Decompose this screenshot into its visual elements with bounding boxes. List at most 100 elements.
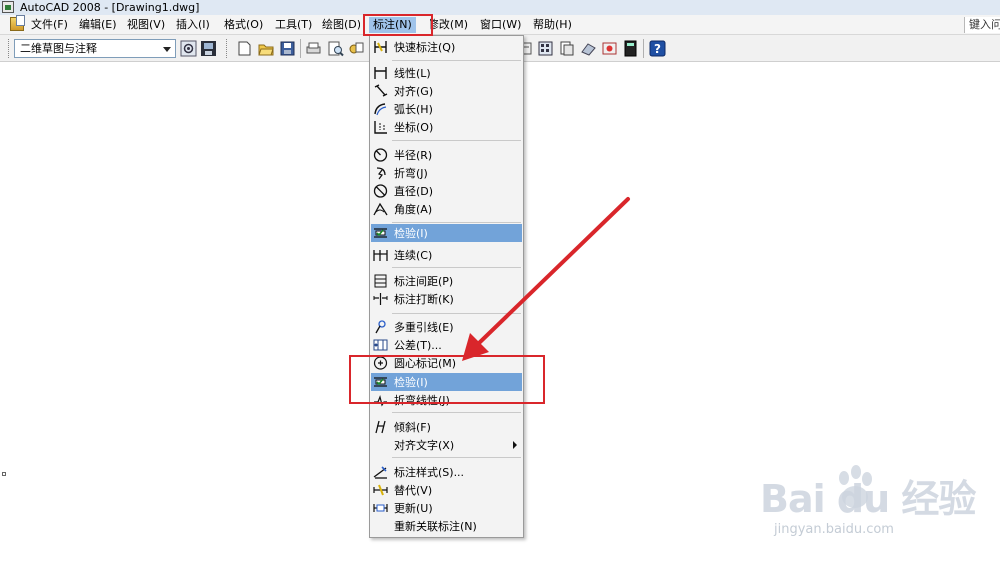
menu-item-inspection-top[interactable]: 检验(I): [371, 224, 522, 242]
help-icon[interactable]: ?: [649, 40, 666, 57]
menu-separator: [392, 313, 521, 314]
dimension-space-icon: [374, 274, 387, 288]
menu-item-diameter[interactable]: 直径(D): [371, 182, 522, 200]
menu-item-label: 对齐(G): [394, 85, 434, 98]
menu-format[interactable]: 格式(O): [224, 17, 263, 33]
radius-icon: [373, 148, 388, 162]
menu-item-label: 弧长(H): [394, 103, 433, 116]
menu-item-label: 标注样式(S)...: [394, 466, 465, 479]
menu-separator: [392, 457, 521, 458]
menu-draw[interactable]: 绘图(D): [322, 17, 360, 33]
menu-item-reassociate[interactable]: 重新关联标注(N): [371, 517, 522, 535]
menu-separator: [392, 140, 521, 141]
oblique-icon: [375, 420, 386, 434]
workspace-save-icon[interactable]: [200, 40, 217, 57]
menu-item-continue[interactable]: 连续(C): [371, 246, 522, 264]
menu-tools[interactable]: 工具(T): [275, 17, 312, 33]
quickcalc-icon[interactable]: [622, 40, 639, 57]
menu-item-label: 线性(L): [394, 67, 431, 80]
menu-modify[interactable]: 修改(M): [430, 17, 468, 33]
menu-insert[interactable]: 插入(I): [176, 17, 210, 33]
menu-item-dimension-space[interactable]: 标注间距(P): [371, 272, 522, 290]
help-search-input[interactable]: 键入问: [964, 17, 1000, 33]
markup-set-icon[interactable]: [580, 40, 597, 57]
workspace-select[interactable]: 二维草图与注释: [14, 39, 176, 58]
publish-icon[interactable]: [348, 40, 365, 57]
menu-item-label: 更新(U): [394, 502, 433, 515]
angular-icon: [373, 202, 388, 216]
watermark-main: Bai du 经验: [760, 477, 976, 521]
workspace-value: 二维草图与注释: [20, 42, 97, 55]
plot-icon[interactable]: [305, 40, 322, 57]
menu-separator: [392, 60, 521, 61]
menu-item-override[interactable]: 替代(V): [371, 481, 522, 499]
menu-item-dimension-style[interactable]: 标注样式(S)...: [371, 463, 522, 481]
diameter-icon: [373, 184, 388, 198]
chevron-down-icon: [163, 47, 171, 52]
dbconnect-icon[interactable]: [601, 40, 618, 57]
multileader-icon: [375, 320, 386, 334]
open-folder-icon[interactable]: [258, 40, 275, 57]
menu-item-linear[interactable]: 线性(L): [371, 64, 522, 82]
menu-item-multileader[interactable]: 多重引线(E): [371, 318, 522, 336]
menu-window[interactable]: 窗口(W): [480, 17, 521, 33]
menu-item-radius[interactable]: 半径(R): [371, 146, 522, 164]
sheet-set-icon[interactable]: [558, 40, 575, 57]
dimension-menu: 快速标注(Q) 线性(L) 对齐(G) 弧长(H) 坐标(O) 半径(R) 折弯…: [369, 35, 524, 538]
menu-item-label: 角度(A): [394, 203, 433, 216]
menu-item-label: 坐标(O): [394, 121, 434, 134]
jogged-icon: [376, 167, 386, 180]
menu-edit[interactable]: 编辑(E): [79, 17, 117, 33]
dimension-style-icon: [373, 466, 387, 479]
menu-item-quick-dimension[interactable]: 快速标注(Q): [371, 38, 522, 56]
menu-view[interactable]: 视图(V): [127, 17, 165, 33]
dimension-break-icon: [373, 293, 388, 305]
continue-icon: [373, 250, 388, 261]
menu-item-tolerance[interactable]: 公差(T)...: [371, 336, 522, 354]
window-title: AutoCAD 2008 - [Drawing1.dwg]: [20, 1, 200, 14]
canvas-marker: [2, 472, 6, 476]
menu-bar: 文件(F) 编辑(E) 视图(V) 插入(I) 格式(O) 工具(T) 绘图(D…: [0, 15, 1000, 35]
menu-item-ordinate[interactable]: 坐标(O): [371, 118, 522, 136]
menu-item-label: 直径(D): [394, 185, 434, 198]
menu-item-label: 快速标注(Q): [394, 41, 456, 54]
ordinate-icon: [374, 121, 387, 134]
menu-item-aligned[interactable]: 对齐(G): [371, 82, 522, 100]
menu-item-angular[interactable]: 角度(A): [371, 200, 522, 218]
baidu-jingyan-watermark: Bai du 经验 jingyan.baidu.com: [760, 462, 996, 548]
arc-length-icon: [374, 103, 387, 116]
document-icon[interactable]: [10, 15, 25, 31]
title-bar: AutoCAD 2008 - [Drawing1.dwg]: [0, 0, 1000, 15]
new-file-icon[interactable]: [236, 40, 253, 57]
menu-separator: [392, 222, 521, 223]
toolbar-separator: [300, 39, 301, 58]
menu-item-label: 半径(R): [394, 149, 433, 162]
toolbar-grip[interactable]: [8, 39, 11, 58]
menu-item-dimension-break[interactable]: 标注打断(K): [371, 290, 522, 308]
toolbar-grip[interactable]: [226, 39, 229, 58]
workspace-settings-icon[interactable]: [180, 40, 197, 57]
menu-item-label: 重新关联标注(N): [394, 520, 477, 533]
menu-item-label: 标注间距(P): [394, 275, 454, 288]
menu-item-label: 倾斜(F): [394, 421, 431, 434]
menu-item-arc-length[interactable]: 弧长(H): [371, 100, 522, 118]
save-icon[interactable]: [279, 40, 296, 57]
plot-preview-icon[interactable]: [327, 40, 344, 57]
update-icon: [373, 504, 388, 512]
menu-modify-label: 修改(M): [430, 18, 468, 31]
menu-item-label: 折弯(J): [394, 167, 428, 180]
menu-file[interactable]: 文件(F): [31, 17, 68, 33]
menu-item-label: 对齐文字(X): [394, 439, 455, 452]
submenu-arrow-icon: [513, 441, 517, 449]
menu-help[interactable]: 帮助(H): [533, 17, 572, 33]
tool-palettes-icon[interactable]: [537, 40, 554, 57]
menu-item-label: 公差(T)...: [394, 339, 442, 352]
menu-item-oblique[interactable]: 倾斜(F): [371, 418, 522, 436]
menu-item-align-text[interactable]: 对齐文字(X): [371, 436, 522, 454]
autocad-app-icon[interactable]: [2, 1, 14, 13]
menu-item-label: 替代(V): [394, 484, 433, 497]
menu-item-jogged[interactable]: 折弯(J): [371, 164, 522, 182]
svg-text:?: ?: [654, 42, 661, 56]
annotation-highlight-menu: [363, 14, 433, 36]
menu-item-update[interactable]: 更新(U): [371, 499, 522, 517]
